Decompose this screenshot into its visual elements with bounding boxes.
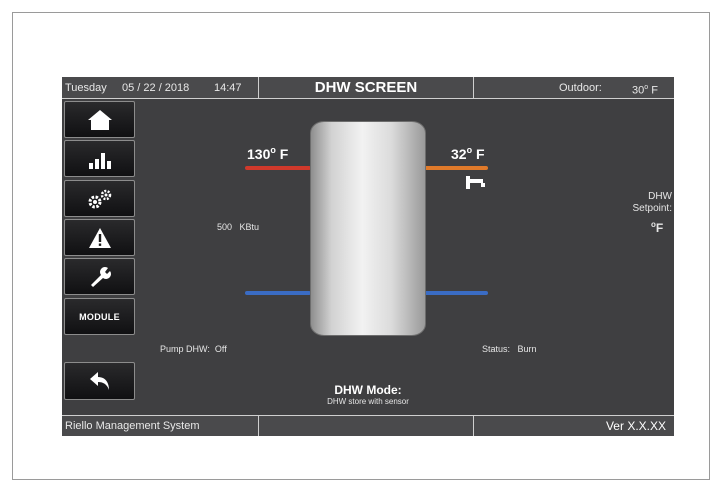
module-label: MODULE: [79, 311, 120, 322]
dhw-storage-tank: [310, 121, 426, 336]
dhw-mode: DHW Mode: DHW store with sensor: [292, 383, 444, 406]
faucet-icon: [466, 176, 485, 189]
warm-outlet-pipe: [424, 166, 488, 170]
screen-title: DHW SCREEN: [314, 79, 418, 96]
hot-outlet-pipe: [245, 166, 311, 170]
cold-inlet-pipe: [424, 291, 488, 295]
outdoor-label: Outdoor:: [559, 82, 602, 94]
dhw-mode-value: DHW store with sensor: [327, 397, 409, 406]
power-value: 500 KBtu: [217, 222, 260, 232]
alarms-button[interactable]: [64, 219, 135, 256]
top-bar: Tuesday 05 / 22 / 2018 14:47 DHW SCREEN …: [62, 77, 674, 99]
cold-water-temperature: 32o F: [451, 145, 485, 162]
back-button[interactable]: [64, 362, 135, 400]
home-button[interactable]: [64, 101, 135, 138]
dhw-mode-label: DHW Mode:: [334, 383, 402, 397]
home-icon: [87, 109, 112, 130]
outdoor-temp: 30o F: [632, 84, 658, 97]
settings-button[interactable]: [64, 180, 135, 217]
service-button[interactable]: [64, 258, 135, 295]
setpoint-label: DHW Setpoint:: [632, 191, 672, 214]
module-button[interactable]: MODULE: [64, 298, 135, 335]
bottom-divider: [473, 416, 474, 436]
weekday-label: Tuesday: [65, 82, 107, 94]
system-name: Riello Management System: [65, 420, 200, 432]
top-divider: [473, 77, 474, 99]
wrench-icon: [90, 266, 111, 287]
warning-icon: [88, 227, 111, 248]
back-arrow-icon: [89, 372, 109, 390]
bottom-bar: Riello Management System Ver X.X.XX: [62, 415, 674, 436]
bar-chart-icon: [88, 152, 111, 169]
hmi-screen: Tuesday 05 / 22 / 2018 14:47 DHW SCREEN …: [62, 77, 674, 436]
gears-icon: [88, 189, 111, 208]
coil-return-pipe: [245, 291, 311, 295]
pump-status: Pump DHW: Off: [160, 344, 227, 354]
version-label: Ver X.X.XX: [605, 419, 666, 433]
setpoint-unit: oF: [651, 220, 664, 235]
supply-temperature: 130o F: [247, 145, 289, 162]
date-label: 05 / 22 / 2018: [122, 82, 190, 94]
bottom-divider: [258, 416, 259, 436]
time-label: 14:47: [214, 82, 242, 94]
statistics-button[interactable]: [64, 140, 135, 177]
burner-status: Status: Burn: [482, 344, 537, 354]
